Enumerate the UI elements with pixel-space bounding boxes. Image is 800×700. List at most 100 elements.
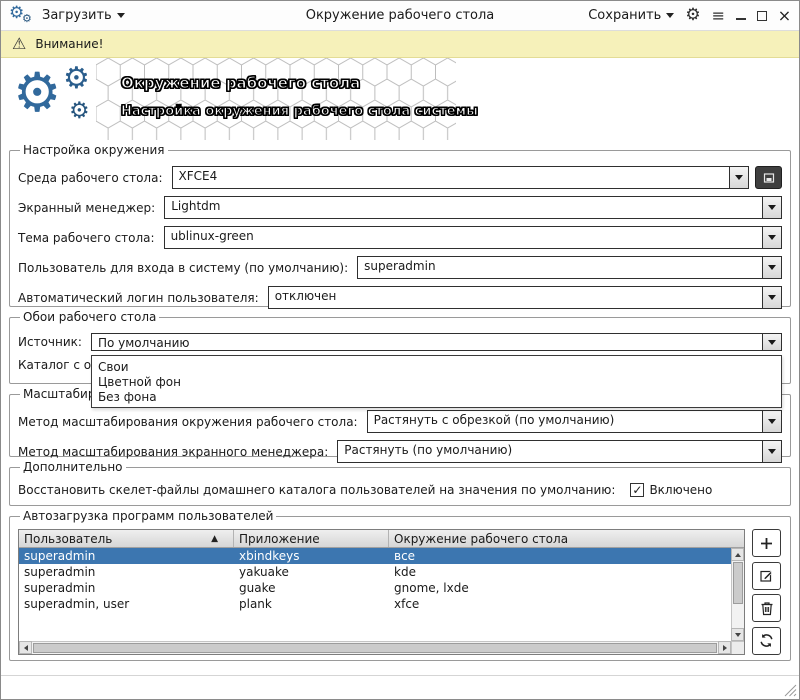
resize-grip[interactable]: [784, 684, 797, 697]
combo-dropdown-button[interactable]: [762, 257, 781, 278]
column-header-label: Приложение: [239, 532, 320, 546]
column-header-environment[interactable]: Окружение рабочего стола: [389, 530, 744, 547]
group-legend: Обои рабочего стола: [20, 310, 159, 324]
chevron-down-icon: [768, 265, 776, 270]
combo-dropdown-button[interactable]: [762, 227, 781, 248]
cell-environment: gnome, lxde: [389, 580, 744, 596]
field-label: Автоматический логин пользователя:: [18, 291, 259, 305]
add-button[interactable]: [752, 529, 781, 557]
wallpaper-source-dropdown: Свои Цветной фон Без фона: [91, 355, 782, 408]
warning-banner: ⚠ Внимание!: [1, 31, 799, 58]
desktop-environment-select[interactable]: XFCE4: [172, 166, 750, 189]
cell-user: superadmin: [19, 564, 234, 580]
app-window: Окружение рабочего стола ⚙ ⚙ Загрузить С…: [0, 0, 800, 700]
field-label: Тема рабочего стола:: [18, 231, 155, 245]
combo-value: XFCE4: [173, 167, 730, 188]
cell-application: yakuake: [234, 564, 389, 580]
cell-environment: kde: [389, 564, 744, 580]
maximize-button[interactable]: [757, 11, 767, 21]
combo-value: Растянуть с обрезкой (по умолчанию): [368, 411, 762, 432]
group-legend: Настройка окружения: [20, 143, 168, 157]
desktop-theme-select[interactable]: ublinux-green: [164, 226, 782, 249]
form-row: Пользователь для входа в систему (по умо…: [18, 256, 782, 279]
dropdown-option[interactable]: Цветной фон: [92, 375, 781, 390]
cell-application: plank: [234, 596, 389, 612]
arrow-down-icon: [735, 633, 741, 637]
vertical-scrollbar[interactable]: [731, 548, 744, 641]
default-login-user-select[interactable]: superadmin: [357, 256, 782, 279]
group-legend: Дополнительно: [20, 460, 126, 474]
refresh-icon: [759, 633, 774, 648]
combo-dropdown-button[interactable]: [762, 411, 781, 432]
settings-gear-icon[interactable]: ⚙: [685, 7, 700, 24]
dropdown-option[interactable]: Свои: [92, 360, 781, 375]
table-row[interactable]: superadmin xbindkeys все: [19, 548, 744, 564]
autostart-table[interactable]: Пользователь ▲ Приложение Окружение рабо…: [18, 529, 745, 655]
scroll-down-button[interactable]: [731, 628, 744, 641]
combo-value: Растянуть (по умолчанию): [338, 441, 762, 462]
scroll-right-button[interactable]: [718, 641, 731, 654]
app-logo-gears-icon: ⚙ ⚙ ⚙: [13, 64, 108, 136]
combo-dropdown-button[interactable]: [762, 334, 781, 350]
field-label: Пользователь для входа в систему (по умо…: [18, 261, 348, 275]
cell-user: superadmin: [19, 580, 234, 596]
horizontal-scrollbar[interactable]: [19, 641, 731, 654]
scroll-left-button[interactable]: [19, 641, 32, 654]
dropdown-option[interactable]: Без фона: [92, 390, 781, 405]
field-label: Метод масштабирования экранного менеджер…: [18, 445, 328, 459]
group-environment-settings: Настройка окружения Среда рабочего стола…: [9, 143, 791, 307]
hero-header: ⚙ ⚙ ⚙ Окружение рабочего стола Настройка…: [1, 58, 799, 140]
cell-environment: все: [389, 548, 744, 564]
combo-dropdown-button[interactable]: [762, 287, 781, 308]
package-button[interactable]: [755, 166, 782, 189]
save-button[interactable]: Сохранить: [588, 8, 674, 23]
chevron-down-icon: [768, 235, 776, 240]
pencil-icon: [759, 568, 774, 583]
cell-environment: xfce: [389, 596, 744, 612]
titlebar: Окружение рабочего стола ⚙ ⚙ Загрузить С…: [1, 1, 799, 31]
group-additional: Дополнительно Восстановить скелет-файлы …: [9, 460, 791, 506]
field-label: Экранный менеджер:: [18, 201, 155, 215]
warning-icon: ⚠: [12, 36, 26, 52]
package-icon: [763, 172, 775, 184]
autologin-select[interactable]: отключен: [268, 286, 782, 309]
table-row[interactable]: superadmin guake gnome, lxde: [19, 580, 744, 596]
delete-button[interactable]: [752, 594, 781, 622]
edit-button[interactable]: [752, 562, 781, 590]
group-legend: Автозагрузка программ пользователей: [20, 509, 276, 523]
menu-icon[interactable]: ≡: [712, 8, 725, 24]
desktop-scaling-method-select[interactable]: Растянуть с обрезкой (по умолчанию): [367, 410, 782, 433]
column-header-user[interactable]: Пользователь ▲: [19, 530, 234, 547]
column-header-application[interactable]: Приложение: [234, 530, 389, 547]
gear-icon: ⚙: [69, 100, 90, 123]
table-row[interactable]: superadmin yakuake kde: [19, 564, 744, 580]
arrow-up-icon: [735, 553, 741, 557]
load-button[interactable]: Загрузить: [42, 8, 125, 23]
group-wallpaper: Обои рабочего стола Источник: По умолчан…: [9, 310, 791, 384]
plus-icon: [759, 536, 774, 551]
autostart-body: Пользователь ▲ Приложение Окружение рабо…: [18, 529, 782, 655]
combo-dropdown-button[interactable]: [729, 167, 748, 188]
combo-dropdown-button[interactable]: [762, 197, 781, 218]
table-row[interactable]: superadmin, user plank xfce: [19, 596, 744, 612]
arrow-left-icon: [24, 645, 28, 651]
restore-skel-checkbox[interactable]: ✓: [630, 483, 644, 497]
app-gears-icon: ⚙ ⚙: [9, 4, 35, 28]
scroll-up-button[interactable]: [731, 548, 744, 561]
gear-icon: ⚙: [22, 13, 32, 24]
horizontal-scroll-thumb[interactable]: [33, 643, 717, 653]
close-button[interactable]: ×: [778, 9, 791, 23]
display-manager-select[interactable]: Lightdm: [164, 196, 782, 219]
combo-value: Lightdm: [165, 197, 762, 218]
status-bar: [1, 675, 799, 699]
wallpaper-source-select[interactable]: По умолчанию: [91, 333, 782, 351]
form-row: Восстановить скелет-файлы домашнего ката…: [18, 483, 782, 497]
form-row: Источник: По умолчанию Свои Цветной фон …: [18, 333, 782, 351]
form-row: Тема рабочего стола: ublinux-green: [18, 226, 782, 249]
refresh-button[interactable]: [752, 627, 781, 655]
chevron-down-icon: [768, 419, 776, 424]
titlebar-left: ⚙ ⚙ Загрузить: [9, 4, 125, 28]
minimize-button[interactable]: [736, 11, 746, 20]
combo-dropdown-button[interactable]: [762, 441, 781, 462]
vertical-scroll-thumb[interactable]: [733, 562, 743, 604]
